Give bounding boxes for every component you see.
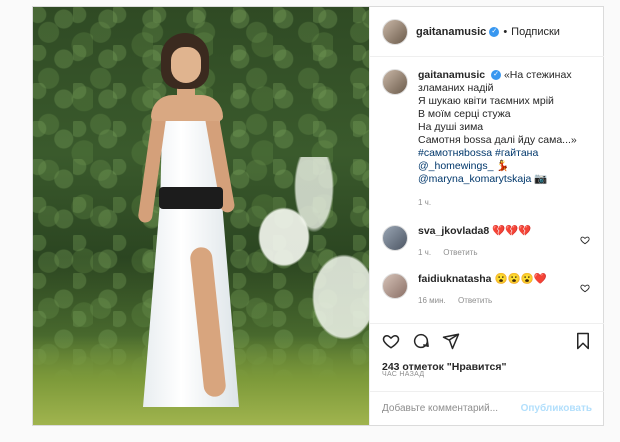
post-photo[interactable] [33,7,369,425]
caption-text: В моїм серці стужа [418,108,511,120]
caption-body: gaitanamusic ✓ «На стежинах зламаних над… [418,69,577,209]
caption-text: зламаних надій [418,82,494,94]
caption-text: На душі зима [418,121,484,133]
post-header: gaitanamusic ✓ • Подписки [370,7,604,57]
author-username[interactable]: gaitanamusic [416,26,486,38]
camera-emoji: 📷 [534,173,548,185]
caption-text: «На стежинах [503,69,572,81]
caption-time: 1 ч. [418,198,432,207]
caption-text: Самотня bossa далі йду сама...» [418,134,577,146]
photo-branch [239,157,369,357]
comment-item: sva_jkovlada8 💔💔💔 1 ч. Ответить [382,225,596,259]
like-heart-icon[interactable] [382,332,400,350]
comment-meta: 16 мин. Ответить [418,294,596,307]
verified-icon: ✓ [491,70,502,81]
caption-line-1: gaitanamusic ✓ «На стежинах [418,69,577,82]
commenter-avatar[interactable] [382,225,408,251]
comment-username[interactable]: faidiuknatasha [418,273,492,285]
post-card: gaitanamusic ✓ • Подписки gaitanamusic ✓… [32,6,604,426]
caption-mention-row: @_homewings_ 💃 [418,160,577,173]
share-icon[interactable] [442,332,460,350]
comment-body: sva_jkovlada8 💔💔💔 1 ч. Ответить [418,225,596,259]
post-caption: gaitanamusic ✓ «На стежинах зламаних над… [382,69,596,209]
caption-mention[interactable]: @maryna_komarytskaja [418,173,531,185]
comment-line: sva_jkovlada8 💔💔💔 [418,225,596,238]
comment-item: faidiuknatasha 😮😮😮❤️ 16 мин. Ответить [382,273,596,307]
caption-mention-row: @maryna_komarytskaja 📷 [418,173,577,186]
comment-input[interactable]: Добавьте комментарий... [382,403,521,414]
comment-time: 1 ч. [418,248,432,257]
caption-mention[interactable]: @_homewings_ [418,160,493,172]
caption-avatar[interactable] [382,69,408,95]
comment-line: faidiuknatasha 😮😮😮❤️ [418,273,596,286]
comment-time: 16 мин. [418,296,446,305]
comment-meta: 1 ч. Ответить [418,246,596,259]
post-timestamp[interactable]: ЧАС НАЗАД [382,371,424,378]
verified-icon: ✓ [489,26,500,37]
action-icons [382,332,592,350]
caption-text: Я шукаю квіти таємних мрій [418,95,554,107]
comment-username[interactable]: sva_jkovlada8 [418,225,489,237]
publish-button[interactable]: Опубликовать [521,403,592,414]
comment-text: 😮😮😮❤️ [494,273,547,285]
like-comment-heart-icon[interactable] [580,283,590,293]
caption-username[interactable]: gaitanamusic [418,69,485,81]
commenter-avatar[interactable] [382,273,408,299]
separator-dot: • [503,25,508,38]
like-comment-heart-icon[interactable] [580,235,590,245]
comment-body: faidiuknatasha 😮😮😮❤️ 16 мин. Ответить [418,273,596,307]
comment-composer: Добавьте комментарий... Опубликовать [370,391,604,425]
author-avatar[interactable] [382,18,408,45]
post-sidebar: gaitanamusic ✓ • Подписки gaitanamusic ✓… [369,7,604,425]
photo-face [171,47,201,83]
reply-button[interactable]: Ответить [458,296,492,305]
following-button[interactable]: Подписки [511,26,560,38]
photo-belt [159,187,223,209]
reply-button[interactable]: Ответить [443,248,477,257]
comment-text: 💔💔💔 [492,225,532,237]
comment-icon[interactable] [412,332,430,350]
bookmark-icon[interactable] [574,332,592,350]
caption-hashtags[interactable]: #самотняbossa #гайтана [418,147,577,160]
dancer-emoji: 💃 [496,160,510,172]
